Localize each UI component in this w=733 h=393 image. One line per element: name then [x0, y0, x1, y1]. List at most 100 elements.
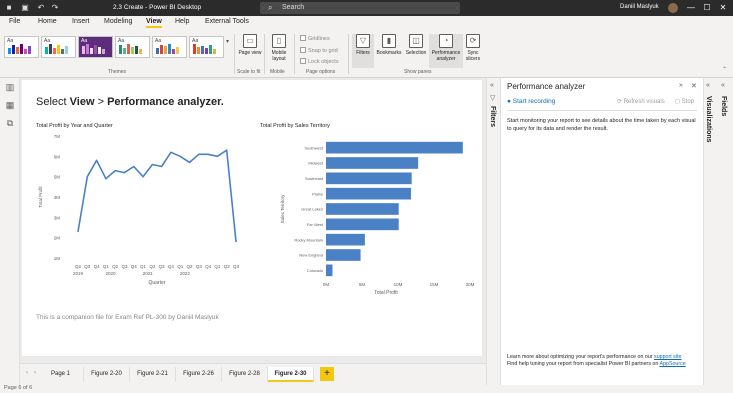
menu-file[interactable]: File — [9, 18, 20, 25]
tab-figure-2-28[interactable]: Figure 2-28 — [222, 367, 268, 382]
tab-figure-2-21[interactable]: Figure 2-21 — [130, 367, 176, 382]
save-icon[interactable]: ▣ — [20, 3, 30, 13]
sync-slicers-button[interactable]: ⟳ Sync slicers — [464, 34, 482, 62]
refresh-visuals-button[interactable]: ⟳ Refresh visuals — [617, 98, 665, 105]
appsource-link[interactable]: AppSource — [660, 361, 686, 367]
x-tick-label: Q1 — [103, 264, 110, 269]
x-tick-label: Q3 — [84, 264, 91, 269]
x-axis-title: Quarter — [149, 280, 166, 286]
data-view-icon[interactable]: ▦ — [5, 100, 15, 110]
y-tick-label: 3M — [54, 215, 61, 220]
page-view-button[interactable]: ▭ Page view — [238, 34, 262, 56]
avatar[interactable] — [668, 3, 678, 13]
bookmarks-pane-button[interactable]: ▮ Bookmarks — [376, 34, 402, 56]
data-point — [235, 241, 237, 243]
expand-filters-chevron-icon[interactable]: « — [490, 82, 494, 89]
visualizations-pane-label[interactable]: Visualizations — [705, 96, 712, 143]
menu-home[interactable]: Home — [38, 18, 57, 25]
lock-objects-checkbox[interactable]: Lock objects — [300, 58, 339, 65]
data-point — [226, 149, 228, 151]
theme-thumb-1[interactable]: Aa — [4, 36, 39, 58]
bar — [326, 141, 463, 154]
fields-pane-label[interactable]: Fields — [720, 96, 727, 116]
stop-button[interactable]: ◻ Stop — [675, 98, 694, 105]
snap-to-grid-checkbox[interactable]: Snap to grid — [300, 47, 338, 54]
data-point — [188, 161, 191, 164]
menu-external-tools[interactable]: External Tools — [205, 18, 249, 25]
y-tick-label: 1M — [54, 256, 61, 261]
power-bi-logo-icon: ■ — [6, 3, 12, 12]
mobile-layout-icon: ▯ — [272, 34, 286, 48]
report-view-icon[interactable]: ▥ — [5, 82, 15, 92]
x-tick-label: Q3 — [159, 264, 166, 269]
filters-pane-button[interactable]: ▽ Filters — [352, 34, 374, 68]
scale-group-label: Scale to fit — [237, 69, 261, 75]
data-point — [95, 159, 98, 161]
undo-icon[interactable]: ↶ — [36, 3, 46, 13]
filters-pane-collapsed[interactable]: « ▽ Filters — [486, 78, 500, 385]
x-year-label: 2021 — [143, 271, 154, 276]
expand-fields-chevron-icon[interactable]: « — [721, 82, 725, 89]
next-page-icon[interactable]: › — [34, 370, 36, 376]
tab-figure-2-26[interactable]: Figure 2-26 — [176, 367, 222, 382]
theme-thumb-5[interactable]: Aa — [152, 36, 187, 58]
tab-page-1[interactable]: Page 1 — [38, 367, 84, 382]
menu-modeling[interactable]: Modeling — [104, 18, 132, 25]
theme-thumb-3[interactable]: Aa — [78, 36, 113, 58]
themes-more-chevron-icon[interactable]: ▾ — [226, 38, 229, 45]
bar-chart[interactable]: Southwest Midwest Southeast Plains Great Lak… — [254, 130, 478, 298]
companion-text: This is a companion file for Exam Ref PL… — [36, 314, 219, 321]
data-point — [161, 165, 163, 168]
menu-view[interactable]: View — [146, 18, 162, 28]
start-recording-button[interactable]: ● Start recording — [507, 98, 555, 105]
x-tick-label: 20M — [466, 282, 475, 287]
close-button[interactable]: ✕ — [716, 2, 730, 14]
user-name[interactable]: Daniil Maslyuk — [620, 4, 659, 10]
bar — [326, 249, 361, 261]
performance-description: Start monitoring your report to see deta… — [507, 118, 696, 132]
menu-insert[interactable]: Insert — [72, 18, 90, 25]
ribbon: Aa Aa Aa Aa Aa Aa ▾ Themes ▭ Page view S… — [0, 30, 733, 78]
performance-analyzer-button[interactable]: ◔ Performance analyzer — [429, 34, 463, 68]
filter-icon: ▽ — [356, 34, 370, 48]
category-label: New England — [299, 253, 323, 258]
ribbon-divider — [294, 34, 295, 74]
support-site-link[interactable]: support site — [654, 354, 681, 360]
tab-figure-2-20[interactable]: Figure 2-20 — [84, 367, 130, 382]
theme-thumb-2[interactable]: Aa — [41, 36, 76, 58]
y-tick-label: 2M — [54, 236, 61, 241]
menu-help[interactable]: Help — [175, 18, 189, 25]
mobile-layout-button[interactable]: ▯ Mobile layout — [266, 34, 292, 62]
line-chart[interactable]: 7M6M5M4M3M2M1MTotal ProfitQ2 Q3 Q4 Q1 Q2 Q3 Q4… — [32, 130, 252, 298]
y-tick-label: 5M — [54, 175, 61, 180]
maximize-button[interactable]: ☐ — [700, 2, 714, 14]
filters-pane-label[interactable]: Filters — [489, 106, 496, 127]
y-tick-label: 4M — [54, 195, 61, 200]
theme-thumb-4[interactable]: Aa — [115, 36, 150, 58]
prev-page-icon[interactable]: ‹ — [26, 370, 28, 376]
search-box[interactable]: ⌕ Search — [260, 2, 460, 14]
y-axis-title: Sales Territory — [280, 194, 285, 223]
divider — [507, 110, 697, 111]
redo-icon[interactable]: ↷ — [50, 3, 60, 13]
report-canvas: Select View > Performance analyzer. Tota… — [20, 78, 486, 363]
add-page-button[interactable]: + — [320, 367, 334, 381]
minimize-button[interactable]: — — [684, 2, 698, 14]
collapse-ribbon-chevron-icon[interactable]: ⌃ — [722, 66, 727, 73]
theme-thumb-6[interactable]: Aa — [189, 36, 224, 58]
gridlines-checkbox[interactable]: Gridlines — [300, 35, 330, 42]
tab-figure-2-30[interactable]: Figure 2-30 — [268, 367, 314, 382]
page-options-group-label: Page options — [306, 69, 336, 75]
ribbon-divider — [234, 34, 235, 74]
collapse-pane-chevron-icon[interactable]: » — [679, 82, 683, 89]
show-panes-group-label: Show panes — [404, 69, 432, 75]
selection-pane-button[interactable]: ◫ Selection — [404, 34, 428, 56]
x-tick-label: Q4 — [131, 264, 138, 269]
x-tick-label: Q3 — [196, 264, 203, 269]
close-pane-icon[interactable]: ✕ — [691, 82, 697, 90]
expand-visualizations-chevron-icon[interactable]: « — [706, 82, 710, 89]
bar — [326, 187, 411, 200]
window-title: 2.3 Create - Power BI Desktop — [113, 4, 202, 11]
data-point — [133, 165, 135, 168]
model-view-icon[interactable]: ⧉ — [5, 118, 15, 128]
